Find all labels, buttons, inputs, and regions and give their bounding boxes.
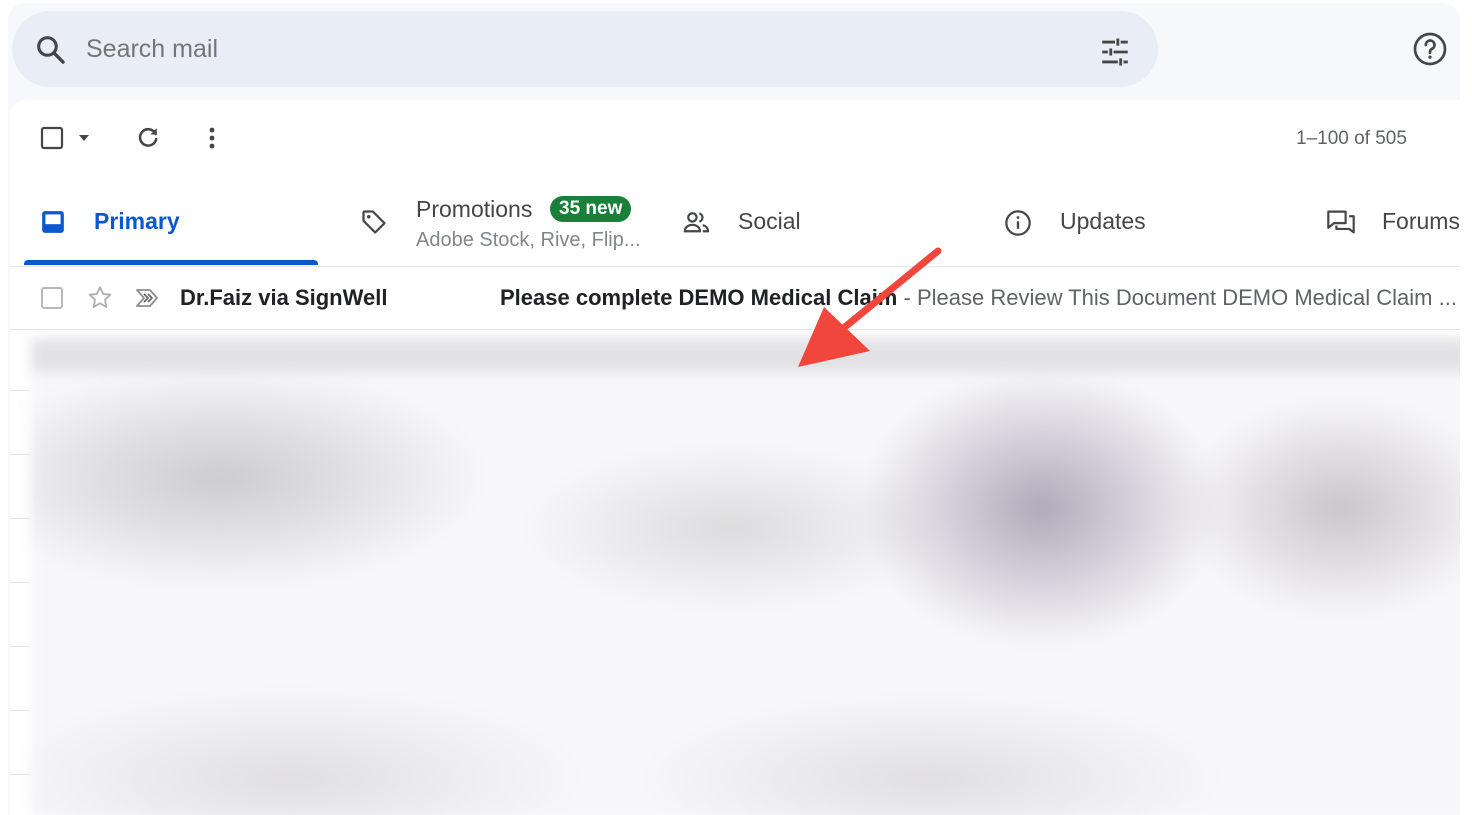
tab-primary-label: Primary bbox=[94, 208, 180, 234]
tag-icon bbox=[362, 210, 386, 234]
email-row[interactable]: Dr.Faiz via SignWell Please complete DEM… bbox=[10, 267, 1460, 330]
tab-social[interactable]: Social bbox=[670, 180, 970, 266]
active-tab-indicator bbox=[24, 260, 318, 265]
search-bar[interactable] bbox=[12, 11, 1158, 87]
tab-promotions-label: Promotions bbox=[416, 196, 533, 222]
email-subject: Please complete DEMO Medical Claim bbox=[500, 285, 898, 310]
checkbox-icon[interactable] bbox=[40, 126, 64, 150]
search-input[interactable] bbox=[86, 11, 986, 87]
tab-promotions[interactable] bbox=[350, 180, 650, 266]
email-snippet: Please Review This Document DEMO Medical… bbox=[916, 285, 1457, 310]
tab-forums-label: Forums bbox=[1382, 208, 1460, 234]
mail-list-panel: 1–100 of 505 Primary Promotions 35 new A… bbox=[10, 100, 1460, 815]
subject-separator: - bbox=[897, 285, 917, 310]
email-subject-line: Please complete DEMO Medical Claim - Ple… bbox=[500, 285, 1460, 311]
tune-icon[interactable] bbox=[1098, 35, 1132, 69]
promotions-new-badge: 35 new bbox=[550, 196, 632, 222]
mail-window: 1–100 of 505 Primary Promotions bbox=[8, 3, 1460, 815]
row-checkbox-icon[interactable] bbox=[40, 286, 64, 310]
people-icon bbox=[683, 212, 710, 233]
chevron-left-icon[interactable] bbox=[1450, 126, 1460, 154]
refresh-icon[interactable] bbox=[134, 124, 162, 152]
more-vert-icon[interactable] bbox=[202, 124, 222, 152]
forum-icon bbox=[1327, 210, 1355, 234]
star-icon[interactable] bbox=[86, 284, 114, 312]
help-icon[interactable] bbox=[1412, 31, 1448, 67]
chevron-down-icon[interactable] bbox=[76, 130, 92, 146]
tab-forums[interactable]: Forums bbox=[1310, 180, 1460, 266]
email-sender: Dr.Faiz via SignWell bbox=[180, 285, 388, 310]
tab-social-label: Social bbox=[738, 208, 801, 234]
tab-updates-label: Updates bbox=[1060, 208, 1146, 234]
blurred-email-list bbox=[31, 338, 1460, 815]
inbox-icon bbox=[42, 211, 64, 233]
importance-marker-icon[interactable] bbox=[134, 285, 162, 311]
tab-primary[interactable]: Primary bbox=[10, 180, 330, 266]
pagination-text: 1–100 of 505 bbox=[1296, 128, 1407, 149]
tab-updates[interactable]: Updates bbox=[990, 180, 1290, 266]
info-icon bbox=[1005, 210, 1031, 236]
search-icon[interactable] bbox=[34, 33, 68, 67]
blurred-row-dividers bbox=[10, 338, 31, 815]
mail-toolbar: 1–100 of 505 bbox=[10, 100, 1460, 180]
category-tabs: Primary Promotions 35 new Adobe Stock, R… bbox=[10, 180, 1460, 267]
promotions-senders: Adobe Stock, Rive, Flip... bbox=[416, 229, 641, 251]
